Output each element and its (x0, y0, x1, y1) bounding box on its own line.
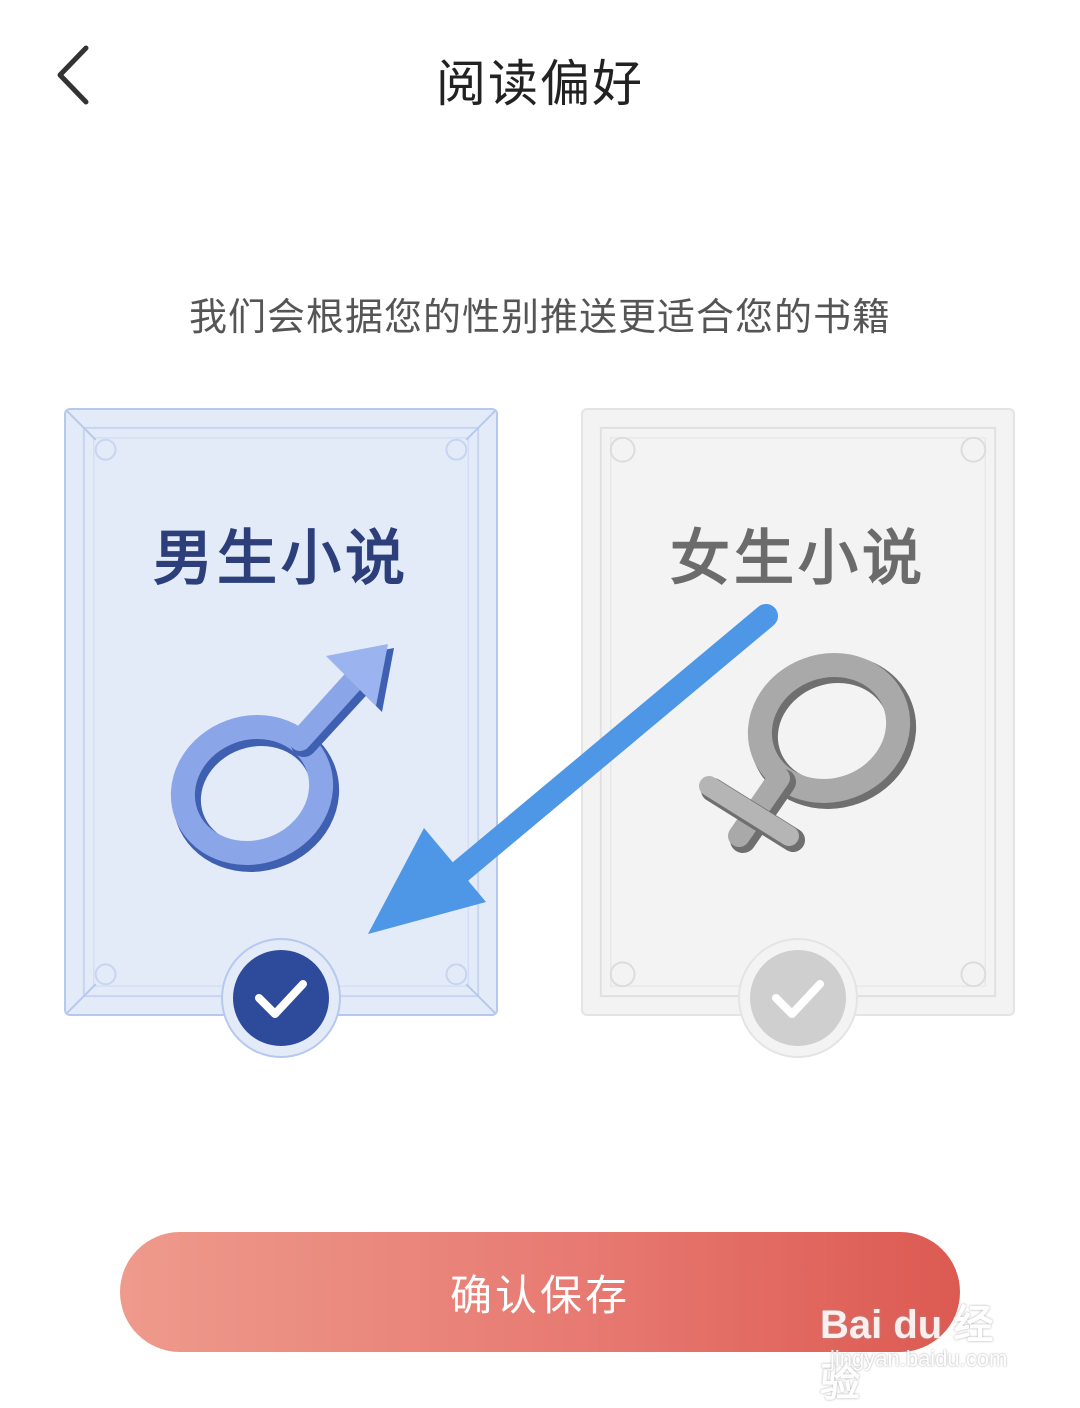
female-card-title: 女生小说 (670, 524, 926, 594)
confirm-save-label: 确认保存 (449, 1270, 630, 1320)
checkmark-icon (772, 980, 824, 1018)
male-symbol-icon (170, 644, 394, 872)
male-card-title: 男生小说 (153, 524, 409, 594)
subtitle-text: 我们会根据您的性别推送更适合您的书籍 (188, 295, 891, 339)
page-title: 阅读偏好 (436, 55, 644, 113)
female-check-badge[interactable] (740, 940, 856, 1056)
checkmark-icon (255, 980, 307, 1018)
header: 阅读偏好 (0, 0, 1080, 150)
female-novel-card[interactable]: 女生小说 (581, 408, 1015, 1016)
female-symbol-icon (699, 653, 917, 853)
male-novel-card[interactable]: 男生小说 (64, 408, 498, 1016)
confirm-save-button[interactable]: 确认保存 (120, 1232, 960, 1352)
male-check-badge[interactable] (223, 940, 339, 1056)
